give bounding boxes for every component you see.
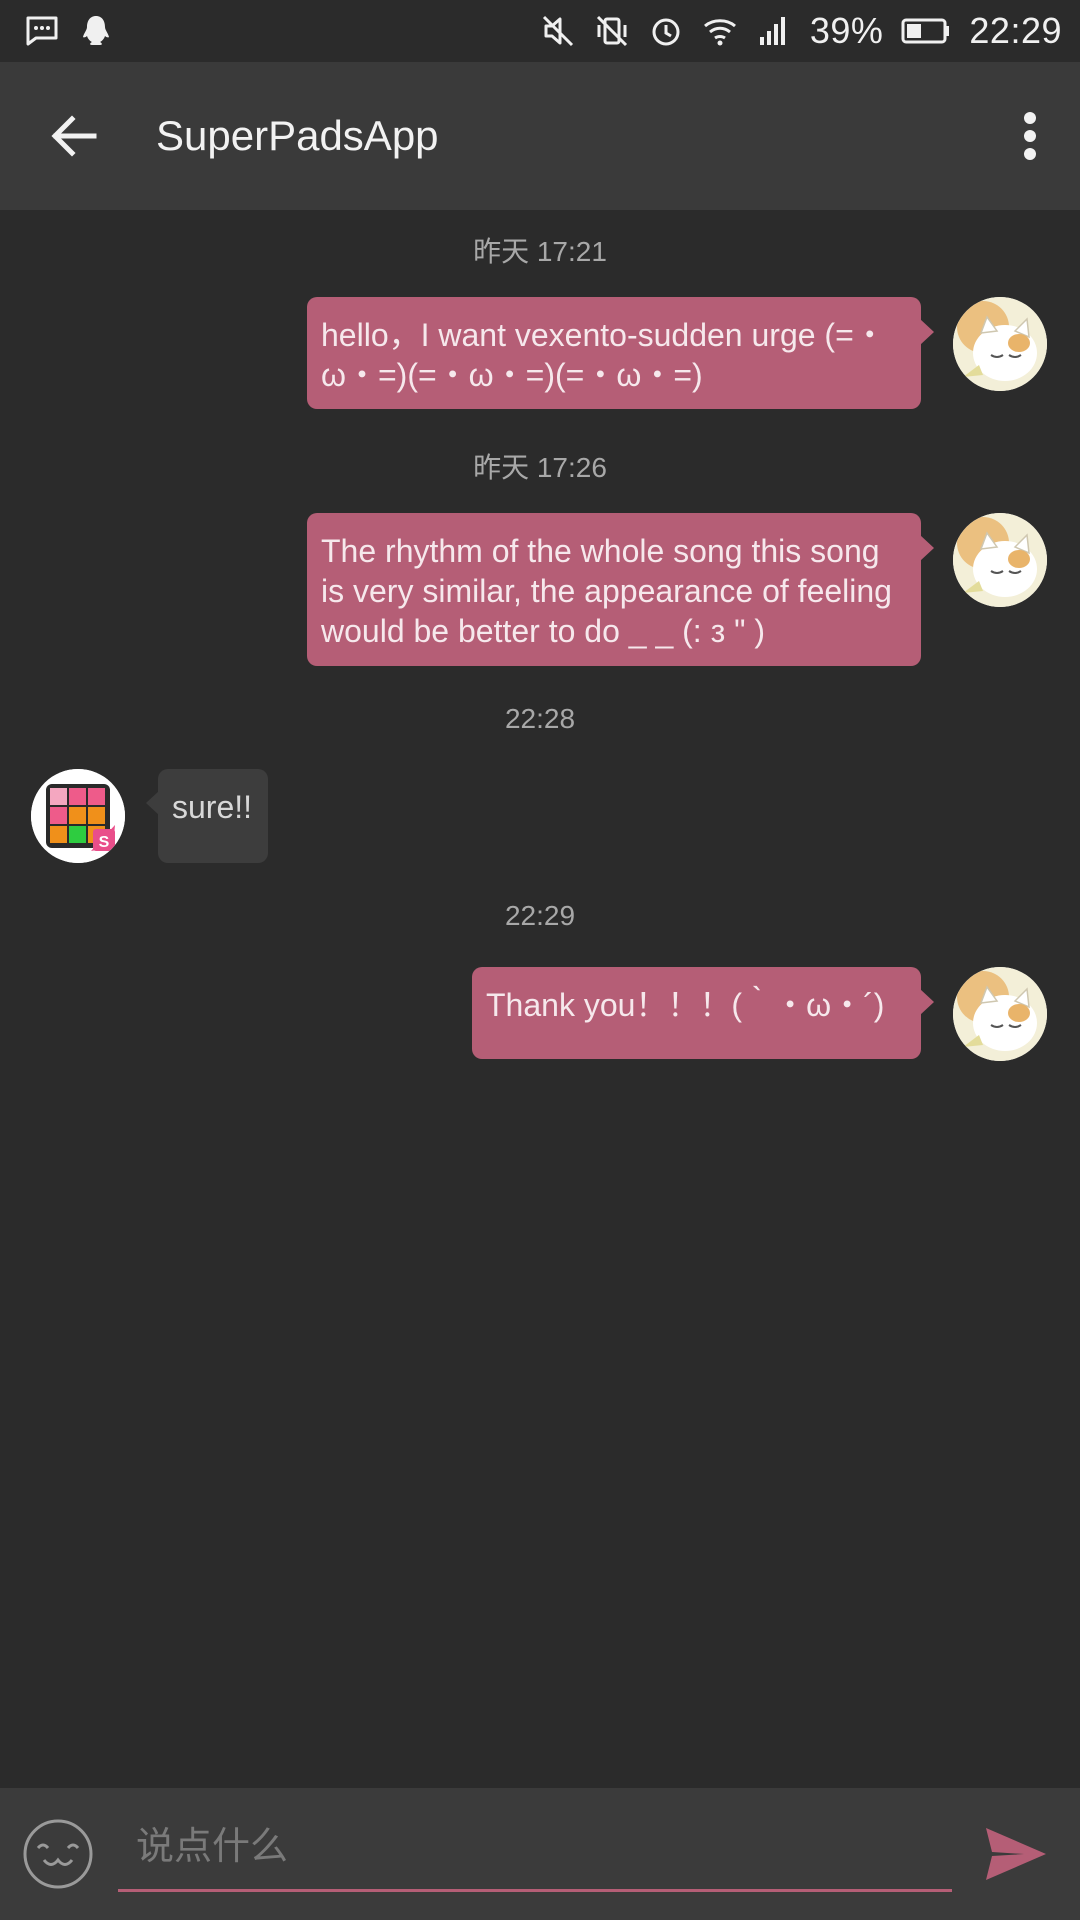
alarm-icon	[652, 18, 680, 46]
message-input[interactable]	[118, 1806, 952, 1892]
mute-icon	[542, 15, 573, 47]
arrow-back-icon	[51, 115, 97, 157]
timestamp: 22:29	[504, 900, 576, 931]
message-icon	[26, 16, 58, 46]
more-vert-icon	[1024, 112, 1036, 160]
back-button[interactable]	[0, 62, 148, 210]
avatar[interactable]: S	[31, 769, 125, 863]
avatar[interactable]	[953, 967, 1047, 1061]
svg-text:S: S	[99, 834, 110, 851]
timestamp: 22:28	[504, 703, 576, 734]
message-bubble-sent[interactable]: hello，I want vexento-sudden urge (=・ω・=)…	[307, 297, 934, 409]
vibrate-off-icon	[596, 15, 627, 47]
superpads-logo-icon: S	[31, 769, 125, 863]
timestamp: 昨天 17:21	[473, 236, 607, 267]
qq-penguin-icon	[83, 16, 109, 45]
cat-avatar-icon	[953, 297, 1047, 391]
wifi-icon	[703, 19, 736, 46]
message-text: sure!!	[172, 789, 253, 825]
avatar[interactable]	[953, 513, 1047, 607]
battery-percent: 39%	[809, 10, 884, 51]
emoji-button-icon[interactable]	[22, 1818, 94, 1890]
message-text: hello，I want vexento-sudden urge (=・ω・=)…	[321, 317, 886, 393]
signal-icon	[759, 17, 785, 45]
timestamp: 昨天 17:26	[473, 452, 607, 483]
message-bubble-sent[interactable]: Thank you！！！(｀・ω・´)	[472, 967, 934, 1059]
chat-list[interactable]: 昨天 17:21 hello，I want vexento-sudden urg…	[0, 210, 1080, 1788]
overflow-menu-button[interactable]	[980, 62, 1080, 210]
status-bar: 39% 22:29	[0, 0, 1080, 62]
avatar[interactable]	[953, 297, 1047, 391]
cat-avatar-icon	[953, 513, 1047, 607]
message-text: The rhythm of the whole song this song i…	[321, 533, 892, 649]
send-button-icon[interactable]	[984, 1824, 1048, 1884]
page-title: SuperPadsApp	[156, 112, 439, 159]
message-input-bar	[0, 1788, 1080, 1920]
status-time: 22:29	[969, 10, 1062, 51]
app-bar: SuperPadsApp	[0, 62, 1080, 210]
battery-icon	[901, 18, 950, 44]
message-bubble-received[interactable]: sure!!	[146, 769, 268, 863]
message-text: Thank you！！！(｀・ω・´)	[486, 987, 885, 1023]
message-bubble-sent[interactable]: The rhythm of the whole song this song i…	[307, 513, 934, 666]
cat-avatar-icon	[953, 967, 1047, 1061]
